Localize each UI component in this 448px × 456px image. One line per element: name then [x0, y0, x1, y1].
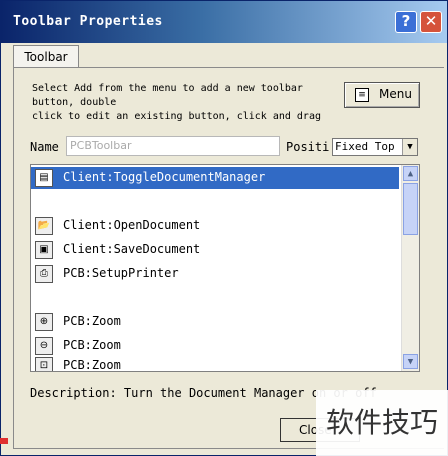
toolbar-properties-dialog: Toolbar Properties ? ✕ Toolbar Select Ad… [0, 0, 448, 456]
tab-toolbar[interactable]: Toolbar [13, 45, 79, 68]
list-item-label: PCB:Zoom [63, 314, 121, 328]
background-fragment [0, 438, 8, 444]
list-item-label: PCB:Zoom [63, 358, 121, 371]
instructions-line-2: button, double [32, 97, 117, 108]
instructions-line-1: Select Add from the menu to add a new to… [32, 83, 303, 94]
title-bar[interactable]: Toolbar Properties ? ✕ [1, 1, 447, 43]
list-item[interactable]: 📂 Client:OpenDocument [31, 215, 399, 237]
position-label: Positi [286, 140, 330, 154]
list-item[interactable]: ⎙ PCB:SetupPrinter [31, 263, 399, 285]
scroll-down-icon[interactable]: ▼ [403, 354, 418, 369]
save-icon: ▣ [35, 241, 53, 259]
document-manager-icon: ▤ [35, 169, 53, 187]
list-item[interactable]: ▤ Client:ToggleDocumentManager [31, 167, 399, 189]
list-item[interactable]: ⊡ PCB:Zoom [31, 355, 399, 371]
instructions-text: Select Add from the menu to add a new to… [32, 82, 332, 124]
menu-button-label: Menu [379, 87, 412, 101]
list-item-label: PCB:SetupPrinter [63, 266, 179, 280]
list-item[interactable]: ⊕ PCB:Zoom [31, 311, 399, 333]
instructions-line-3: click to edit an existing button, click … [32, 111, 321, 122]
list-item[interactable]: ▣ Client:SaveDocument [31, 239, 399, 261]
watermark: 软件技巧 [316, 390, 448, 456]
list-item-label: PCB:Zoom [63, 338, 121, 352]
printer-icon: ⎙ [35, 265, 53, 283]
menu-button[interactable]: ≡ Menu [344, 82, 420, 108]
list-item[interactable]: ⊖ PCB:Zoom [31, 335, 399, 357]
name-label: Name [30, 140, 59, 154]
zoom-area-icon: ⊡ [35, 357, 53, 371]
list-item-label: Client:SaveDocument [63, 242, 201, 256]
zoom-in-icon: ⊕ [35, 313, 53, 331]
menu-icon: ≡ [355, 88, 369, 102]
scroll-thumb[interactable] [403, 183, 418, 235]
zoom-out-icon: ⊖ [35, 337, 53, 355]
toolbar-buttons-list[interactable]: ▤ Client:ToggleDocumentManager 📂 Client:… [30, 164, 420, 372]
open-folder-icon: 📂 [35, 217, 53, 235]
window-title: Toolbar Properties [13, 14, 163, 29]
position-select[interactable]: Fixed Top ▼ [332, 138, 418, 156]
vertical-scrollbar[interactable]: ▲ ▼ [401, 165, 419, 371]
close-window-button[interactable]: ✕ [420, 11, 442, 33]
name-input[interactable]: PCBToolbar [66, 136, 280, 156]
position-select-value: Fixed Top [335, 140, 395, 153]
help-button[interactable]: ? [395, 11, 417, 33]
list-item-label: Client:OpenDocument [63, 218, 201, 232]
chevron-down-icon[interactable]: ▼ [402, 139, 417, 155]
list-item-label: Client:ToggleDocumentManager [63, 170, 266, 184]
scroll-up-icon[interactable]: ▲ [403, 166, 418, 181]
